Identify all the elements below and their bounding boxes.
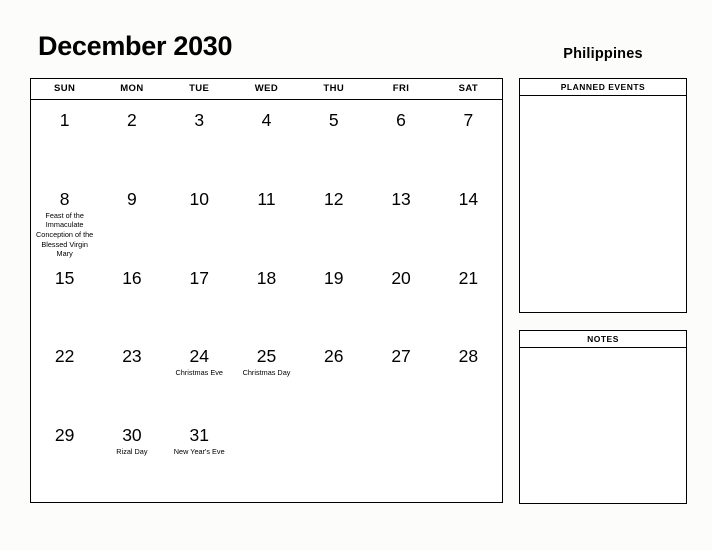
day-number: 1 bbox=[59, 110, 70, 130]
day-cell-15[interactable]: 15 bbox=[31, 258, 98, 337]
day-number: 9 bbox=[127, 188, 137, 209]
day-cell-11[interactable]: 11 bbox=[233, 179, 300, 258]
planned-events-title: PLANNED EVENTS bbox=[520, 79, 686, 96]
day-number: 28 bbox=[458, 346, 479, 367]
day-cell-26[interactable]: 26 bbox=[300, 336, 367, 415]
weekday-header-sun: SUN bbox=[54, 83, 76, 94]
day-event-label: Feast of the Immaculate Conception of th… bbox=[36, 210, 94, 258]
day-cell-6[interactable]: 6 bbox=[367, 100, 434, 179]
day-cell-20[interactable]: 20 bbox=[367, 258, 434, 337]
day-cell-13[interactable]: 13 bbox=[367, 179, 434, 258]
day-number: 5 bbox=[328, 110, 339, 130]
day-event-label: New Year's Eve bbox=[173, 447, 225, 457]
page-title: December 2030 bbox=[38, 31, 233, 61]
day-number: 25 bbox=[256, 346, 277, 367]
planned-events-panel: PLANNED EVENTS bbox=[519, 78, 687, 313]
day-number: 12 bbox=[324, 188, 344, 209]
day-number: 4 bbox=[261, 110, 272, 130]
day-number: 23 bbox=[122, 346, 142, 367]
week-row: 15 16 17 18 19 20 21 bbox=[31, 258, 502, 337]
notes-title: NOTES bbox=[520, 331, 686, 348]
weekday-header-sat: SAT bbox=[458, 83, 479, 94]
day-number: 6 bbox=[396, 110, 406, 130]
day-number: 8 bbox=[59, 188, 70, 209]
day-cell-29[interactable]: 29 bbox=[31, 415, 98, 494]
day-cell-31[interactable]: 31 New Year's Eve bbox=[166, 415, 233, 494]
day-number: 18 bbox=[256, 267, 277, 288]
day-number: 3 bbox=[194, 110, 205, 130]
notes-body[interactable] bbox=[520, 348, 686, 503]
day-event-label: Rizal Day bbox=[116, 447, 148, 457]
day-cell-21[interactable]: 21 bbox=[435, 258, 502, 337]
day-number: 22 bbox=[54, 346, 75, 367]
country-label: Philippines bbox=[563, 46, 643, 62]
day-number: 30 bbox=[122, 425, 142, 446]
day-cell-23[interactable]: 23 bbox=[98, 336, 165, 415]
day-number: 26 bbox=[324, 346, 344, 367]
day-cell-19[interactable]: 19 bbox=[300, 258, 367, 337]
day-event-label: Christmas Eve bbox=[175, 368, 223, 378]
weekday-header-thu: THU bbox=[323, 83, 345, 94]
day-number: 14 bbox=[458, 188, 479, 209]
day-number: 16 bbox=[122, 267, 142, 288]
notes-panel: NOTES bbox=[519, 330, 687, 504]
day-cell-10[interactable]: 10 bbox=[166, 179, 233, 258]
day-cell-28[interactable]: 28 bbox=[435, 336, 502, 415]
day-cell-empty bbox=[233, 415, 300, 494]
day-cell-25[interactable]: 25 Christmas Day bbox=[233, 336, 300, 415]
day-number: 13 bbox=[391, 188, 411, 209]
day-cell-empty bbox=[435, 415, 502, 494]
day-cell-30[interactable]: 30 Rizal Day bbox=[98, 415, 165, 494]
day-cell-16[interactable]: 16 bbox=[98, 258, 165, 337]
day-cell-14[interactable]: 14 bbox=[435, 179, 502, 258]
day-cell-17[interactable]: 17 bbox=[166, 258, 233, 337]
day-cell-24[interactable]: 24 Christmas Eve bbox=[166, 336, 233, 415]
day-cell-1[interactable]: 1 bbox=[31, 100, 98, 179]
week-row: 1 2 3 4 5 6 7 bbox=[31, 100, 502, 179]
day-cell-7[interactable]: 7 bbox=[435, 100, 502, 179]
weekday-header-fri: FRI bbox=[392, 83, 410, 94]
day-number: 11 bbox=[257, 188, 276, 209]
day-number: 15 bbox=[54, 267, 75, 288]
calendar-grid: SUN MON TUE WED THU FRI SAT 1 2 3 4 5 6 7 8 Feast of t… bbox=[30, 78, 503, 503]
week-row: 29 30 Rizal Day 31 New Year's Eve bbox=[31, 415, 502, 494]
day-cell-5[interactable]: 5 bbox=[300, 100, 367, 179]
day-number: 2 bbox=[127, 110, 137, 130]
day-number: 31 bbox=[189, 425, 209, 446]
day-cell-4[interactable]: 4 bbox=[233, 100, 300, 179]
day-cell-empty bbox=[367, 415, 434, 494]
day-number: 20 bbox=[391, 267, 411, 288]
planned-events-body[interactable] bbox=[520, 96, 686, 312]
day-number: 19 bbox=[324, 267, 344, 288]
day-number: 10 bbox=[189, 188, 209, 209]
day-cell-18[interactable]: 18 bbox=[233, 258, 300, 337]
day-cell-12[interactable]: 12 bbox=[300, 179, 367, 258]
day-number: 21 bbox=[458, 267, 479, 288]
day-cell-empty bbox=[300, 415, 367, 494]
page-header: December 2030 Philippines bbox=[0, 0, 712, 78]
week-row: 22 23 24 Christmas Eve 25 Christmas Day 26 27 28 bbox=[31, 336, 502, 415]
day-cell-8[interactable]: 8 Feast of the Immaculate Conception of t… bbox=[31, 179, 98, 258]
weekday-header-wed: WED bbox=[254, 83, 279, 94]
day-event-label: Christmas Day bbox=[242, 368, 291, 378]
calendar-weeks: 1 2 3 4 5 6 7 8 Feast of the Immaculate Concepti… bbox=[31, 100, 502, 502]
weekday-header-tue: TUE bbox=[189, 83, 210, 94]
weekday-header-row: SUN MON TUE WED THU FRI SAT bbox=[31, 79, 502, 100]
weekday-header-mon: MON bbox=[120, 83, 144, 94]
day-number: 24 bbox=[189, 346, 209, 367]
day-cell-27[interactable]: 27 bbox=[367, 336, 434, 415]
day-number: 29 bbox=[54, 425, 75, 446]
day-cell-3[interactable]: 3 bbox=[166, 100, 233, 179]
day-number: 17 bbox=[189, 267, 209, 288]
day-number: 27 bbox=[391, 346, 411, 367]
day-cell-9[interactable]: 9 bbox=[98, 179, 165, 258]
week-row: 8 Feast of the Immaculate Conception of t… bbox=[31, 179, 502, 258]
day-number: 7 bbox=[463, 110, 474, 130]
day-cell-2[interactable]: 2 bbox=[98, 100, 165, 179]
day-cell-22[interactable]: 22 bbox=[31, 336, 98, 415]
